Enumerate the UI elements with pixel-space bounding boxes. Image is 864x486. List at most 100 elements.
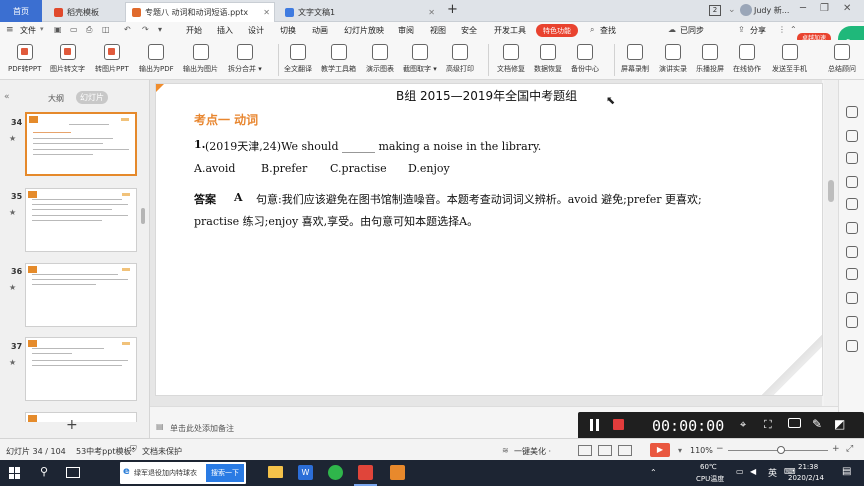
search-go-button[interactable]: 搜索一下	[206, 464, 244, 482]
sync-label[interactable]: 已同步	[680, 25, 704, 36]
chevron-up-icon[interactable]: ⌃	[790, 25, 797, 34]
ribbon-chart[interactable]: 演示图表	[366, 44, 394, 74]
wechat-icon[interactable]	[328, 465, 343, 480]
template-name[interactable]: 53中考ppt模板	[76, 446, 131, 457]
reading-view-icon[interactable]	[618, 445, 632, 456]
wps-presentation-icon[interactable]	[358, 465, 373, 480]
ribbon-to-image-ppt[interactable]: 转图片PPT	[95, 44, 129, 74]
wps-writer-icon[interactable]: W	[298, 465, 313, 480]
menu-slideshow[interactable]: 幻灯片放映	[344, 25, 384, 36]
chevron-down-icon[interactable]: ▾	[40, 25, 44, 33]
menu-view[interactable]: 视图	[430, 25, 446, 36]
search-icon[interactable]: ⌕	[590, 25, 594, 35]
menu-file[interactable]: 文件	[20, 25, 36, 36]
undo-icon[interactable]: ↶	[124, 25, 131, 34]
zoom-level[interactable]: 110%	[690, 446, 713, 455]
tab-doc[interactable]: 文字文稿1 ✕	[279, 2, 439, 22]
search-label[interactable]: 查找	[600, 25, 616, 36]
ribbon-screenshot-text[interactable]: 截图取字 ▾	[403, 44, 437, 74]
chevron-down-icon[interactable]: ⌄	[728, 5, 736, 15]
input-language[interactable]: 英	[768, 466, 777, 479]
more-icon[interactable]: ⋮	[778, 25, 786, 34]
camera-icon[interactable]	[788, 418, 801, 428]
ribbon-export-pdf[interactable]: 输出为PDF	[139, 44, 174, 74]
vertical-scroll-thumb[interactable]	[828, 180, 834, 202]
ribbon-repair[interactable]: 文档修复	[497, 44, 525, 74]
panel-scrollbar[interactable]	[141, 208, 145, 224]
network-icon[interactable]: ▭	[736, 467, 744, 476]
menu-design[interactable]: 设计	[248, 25, 264, 36]
redo-icon[interactable]: ↷	[142, 25, 149, 34]
beautify-button[interactable]: 一键美化 ·	[514, 446, 551, 457]
maximize-icon[interactable]: ❐	[820, 3, 829, 14]
avatar[interactable]	[740, 4, 752, 16]
ribbon-collaborate[interactable]: 在线协作	[733, 44, 761, 74]
more-tools-icon[interactable]	[846, 340, 858, 352]
design-icon[interactable]	[846, 198, 858, 210]
task-view-icon[interactable]	[66, 467, 80, 478]
tab-template[interactable]: 稻壳模板	[48, 2, 122, 22]
chevron-down-icon[interactable]: ▾	[158, 25, 162, 34]
preview-icon[interactable]: ◫	[102, 25, 110, 34]
close-window-icon[interactable]: ✕	[843, 3, 851, 14]
fullscreen-icon[interactable]: ⛶	[764, 418, 772, 432]
slide-canvas[interactable]: B组 2015—2019年全国中考题组 考点一 动词 1. (2019天津,24…	[155, 83, 823, 396]
window-count-badge[interactable]: 2	[709, 5, 721, 16]
pause-icon[interactable]	[590, 419, 593, 431]
search-icon[interactable]: ⚲	[40, 465, 48, 478]
clock-time[interactable]: 21:38	[798, 463, 818, 471]
print-icon[interactable]: ⎙	[86, 25, 92, 35]
menu-developer[interactable]: 开发工具	[494, 25, 526, 36]
ribbon-screen-record[interactable]: 屏幕录制	[621, 44, 649, 74]
add-tab-button[interactable]: +	[447, 2, 458, 17]
folder-icon[interactable]: ▭	[70, 25, 78, 34]
ribbon-pdf-to-ppt[interactable]: PDF转PPT	[8, 44, 41, 74]
fit-window-icon[interactable]: ⤢	[846, 444, 853, 454]
notification-icon[interactable]: ▤	[842, 466, 851, 477]
tray-chevron-icon[interactable]: ⌃	[650, 468, 657, 477]
ribbon-split-merge[interactable]: 拆分合并 ▾	[228, 44, 262, 74]
menu-transition[interactable]: 切换	[280, 25, 296, 36]
menu-start[interactable]: 开始	[186, 25, 202, 36]
selection-icon[interactable]	[846, 246, 858, 258]
animation-icon[interactable]	[846, 176, 858, 188]
slide-thumb-36[interactable]	[25, 263, 137, 327]
cloud-sync-icon[interactable]: ☁	[668, 25, 676, 34]
ribbon-image-to-text[interactable]: 图片转文字	[50, 44, 85, 74]
close-icon[interactable]: ✕	[428, 8, 435, 17]
user-name[interactable]: Judy 新...	[754, 5, 789, 16]
menu-animation[interactable]: 动画	[312, 25, 328, 36]
tab-outline[interactable]: 大纲	[48, 93, 64, 104]
zoom-in-icon[interactable]: +	[832, 444, 840, 454]
slide-thumb-34[interactable]	[25, 112, 137, 176]
backup-icon[interactable]	[846, 292, 858, 304]
slide-thumb-38[interactable]	[25, 412, 137, 422]
file-explorer-icon[interactable]	[268, 466, 283, 478]
hamburger-icon[interactable]: ≡	[6, 25, 14, 35]
app-icon[interactable]	[390, 465, 405, 480]
ribbon-teaching-toolbox[interactable]: 教学工具箱	[321, 44, 356, 74]
ribbon-speech-record[interactable]: 演讲实录	[659, 44, 687, 74]
settings-icon[interactable]	[846, 130, 858, 142]
ie-search-text[interactable]: 绿军退役加内特球衣	[134, 468, 197, 478]
pen-icon[interactable]: ✎	[812, 417, 822, 431]
chevron-down-icon[interactable]: ▾	[678, 446, 682, 455]
ribbon-translate[interactable]: 全文翻译	[284, 44, 312, 74]
minimize-recorder-icon[interactable]: ◩	[834, 417, 845, 431]
table-icon[interactable]	[846, 222, 858, 234]
share-label[interactable]: 分享	[750, 25, 766, 36]
volume-icon[interactable]: ◀	[750, 467, 756, 476]
tab-slides[interactable]: 幻灯片	[76, 91, 108, 104]
tab-pptx[interactable]: 专题八 动词和动词短语.pptx ✕	[125, 2, 275, 22]
zoom-out-icon[interactable]: −	[716, 444, 724, 454]
play-slideshow-icon[interactable]: ▶	[650, 443, 670, 457]
ribbon-print[interactable]: 高级打印	[446, 44, 474, 74]
sorter-view-icon[interactable]	[598, 445, 612, 456]
ribbon-backup[interactable]: 备份中心	[571, 44, 599, 74]
shape-icon[interactable]	[846, 152, 858, 164]
help-icon[interactable]	[846, 316, 858, 328]
collapse-panel-icon[interactable]: «	[4, 92, 10, 102]
vertical-scrollbar[interactable]	[824, 80, 838, 406]
slide-thumb-35[interactable]	[25, 188, 137, 252]
ribbon-export-image[interactable]: 输出为图片	[183, 44, 218, 74]
